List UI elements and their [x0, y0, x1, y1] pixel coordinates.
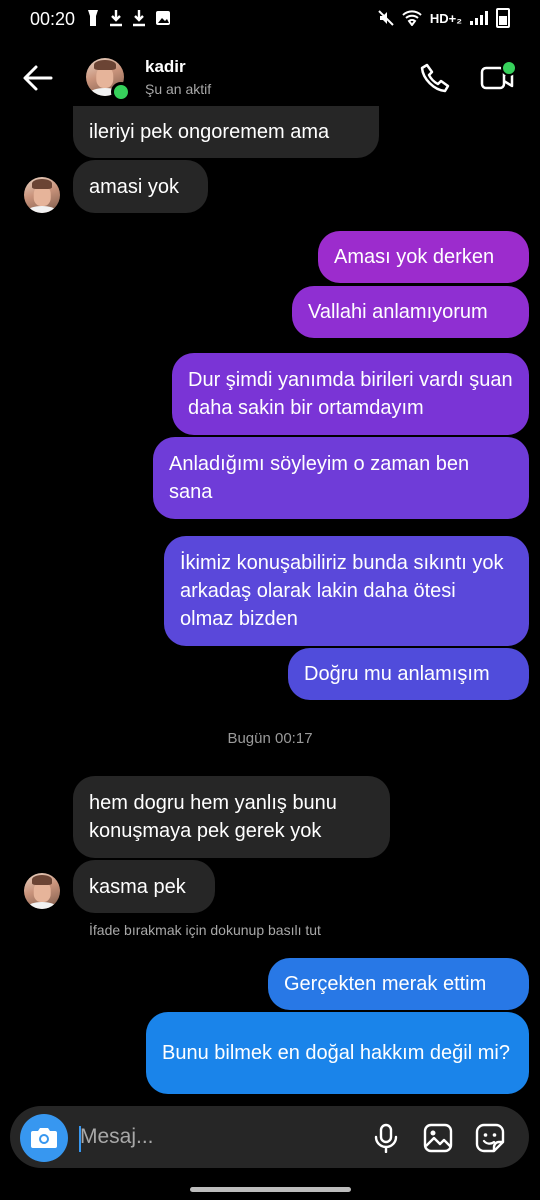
message-bubble-outgoing[interactable]: Anladığımı söyleyim o zaman ben sana	[153, 437, 529, 519]
message-bubble-outgoing[interactable]: Bunu bilmek en doğal hakkım değil mi?	[146, 1012, 529, 1094]
status-right-icons: HD+₂	[378, 8, 510, 28]
mute-icon	[378, 10, 394, 26]
download-icon	[133, 10, 145, 27]
gallery-icon	[156, 11, 170, 25]
status-bar: 00:20 HD+₂	[0, 0, 540, 38]
online-indicator	[111, 82, 131, 102]
reaction-hint: İfade bırakmak için dokunup basılı tut	[89, 922, 321, 938]
message-bubble-outgoing[interactable]: Dur şimdi yanımda birileri vardı şuan da…	[172, 353, 529, 435]
status-left-icons	[86, 9, 171, 27]
sticker-icon[interactable]	[475, 1123, 505, 1153]
status-time: 00:20	[30, 9, 76, 29]
wifi-icon	[402, 10, 422, 26]
arrow-left-icon[interactable]	[22, 62, 54, 94]
gallery-icon[interactable]	[423, 1123, 453, 1153]
flashlight-icon	[88, 10, 98, 26]
sender-avatar[interactable]	[24, 873, 60, 909]
message-bubble-outgoing[interactable]: İkimiz konuşabiliriz bunda sıkıntı yok a…	[164, 536, 529, 646]
battery-icon	[496, 8, 510, 28]
message-bubble-outgoing[interactable]: Aması yok derken	[318, 231, 529, 283]
sender-avatar[interactable]	[24, 177, 60, 213]
message-bubble-outgoing[interactable]: Doğru mu anlamışım	[288, 648, 529, 700]
message-bubble-outgoing[interactable]: Gerçekten merak ettim	[268, 958, 529, 1010]
message-bubble-incoming[interactable]: ileriyi pek ongoremem ama	[73, 106, 379, 158]
microphone-icon[interactable]	[371, 1123, 401, 1153]
time-separator: Bugün 00:17	[227, 730, 313, 747]
camera-button[interactable]	[20, 1114, 68, 1162]
video-active-indicator	[501, 60, 517, 76]
camera-icon	[31, 1128, 57, 1148]
message-bubble-incoming[interactable]: amasi yok	[73, 160, 208, 213]
phone-icon[interactable]	[419, 62, 451, 94]
signal-icon	[470, 11, 488, 25]
home-indicator[interactable]	[190, 1187, 351, 1192]
network-label: HD+₂	[429, 10, 462, 26]
presence-status: Şu an aktif	[145, 81, 212, 97]
contact-name[interactable]: kadir	[145, 57, 186, 77]
download-icon	[110, 10, 122, 27]
message-bubble-incoming[interactable]: hem dogru hem yanlış bunu konuşmaya pek …	[73, 776, 390, 858]
message-bubble-outgoing[interactable]: Vallahi anlamıyorum	[292, 286, 529, 338]
message-input[interactable]: Mesaj...	[80, 1125, 154, 1149]
message-bubble-incoming[interactable]: kasma pek	[73, 860, 215, 913]
